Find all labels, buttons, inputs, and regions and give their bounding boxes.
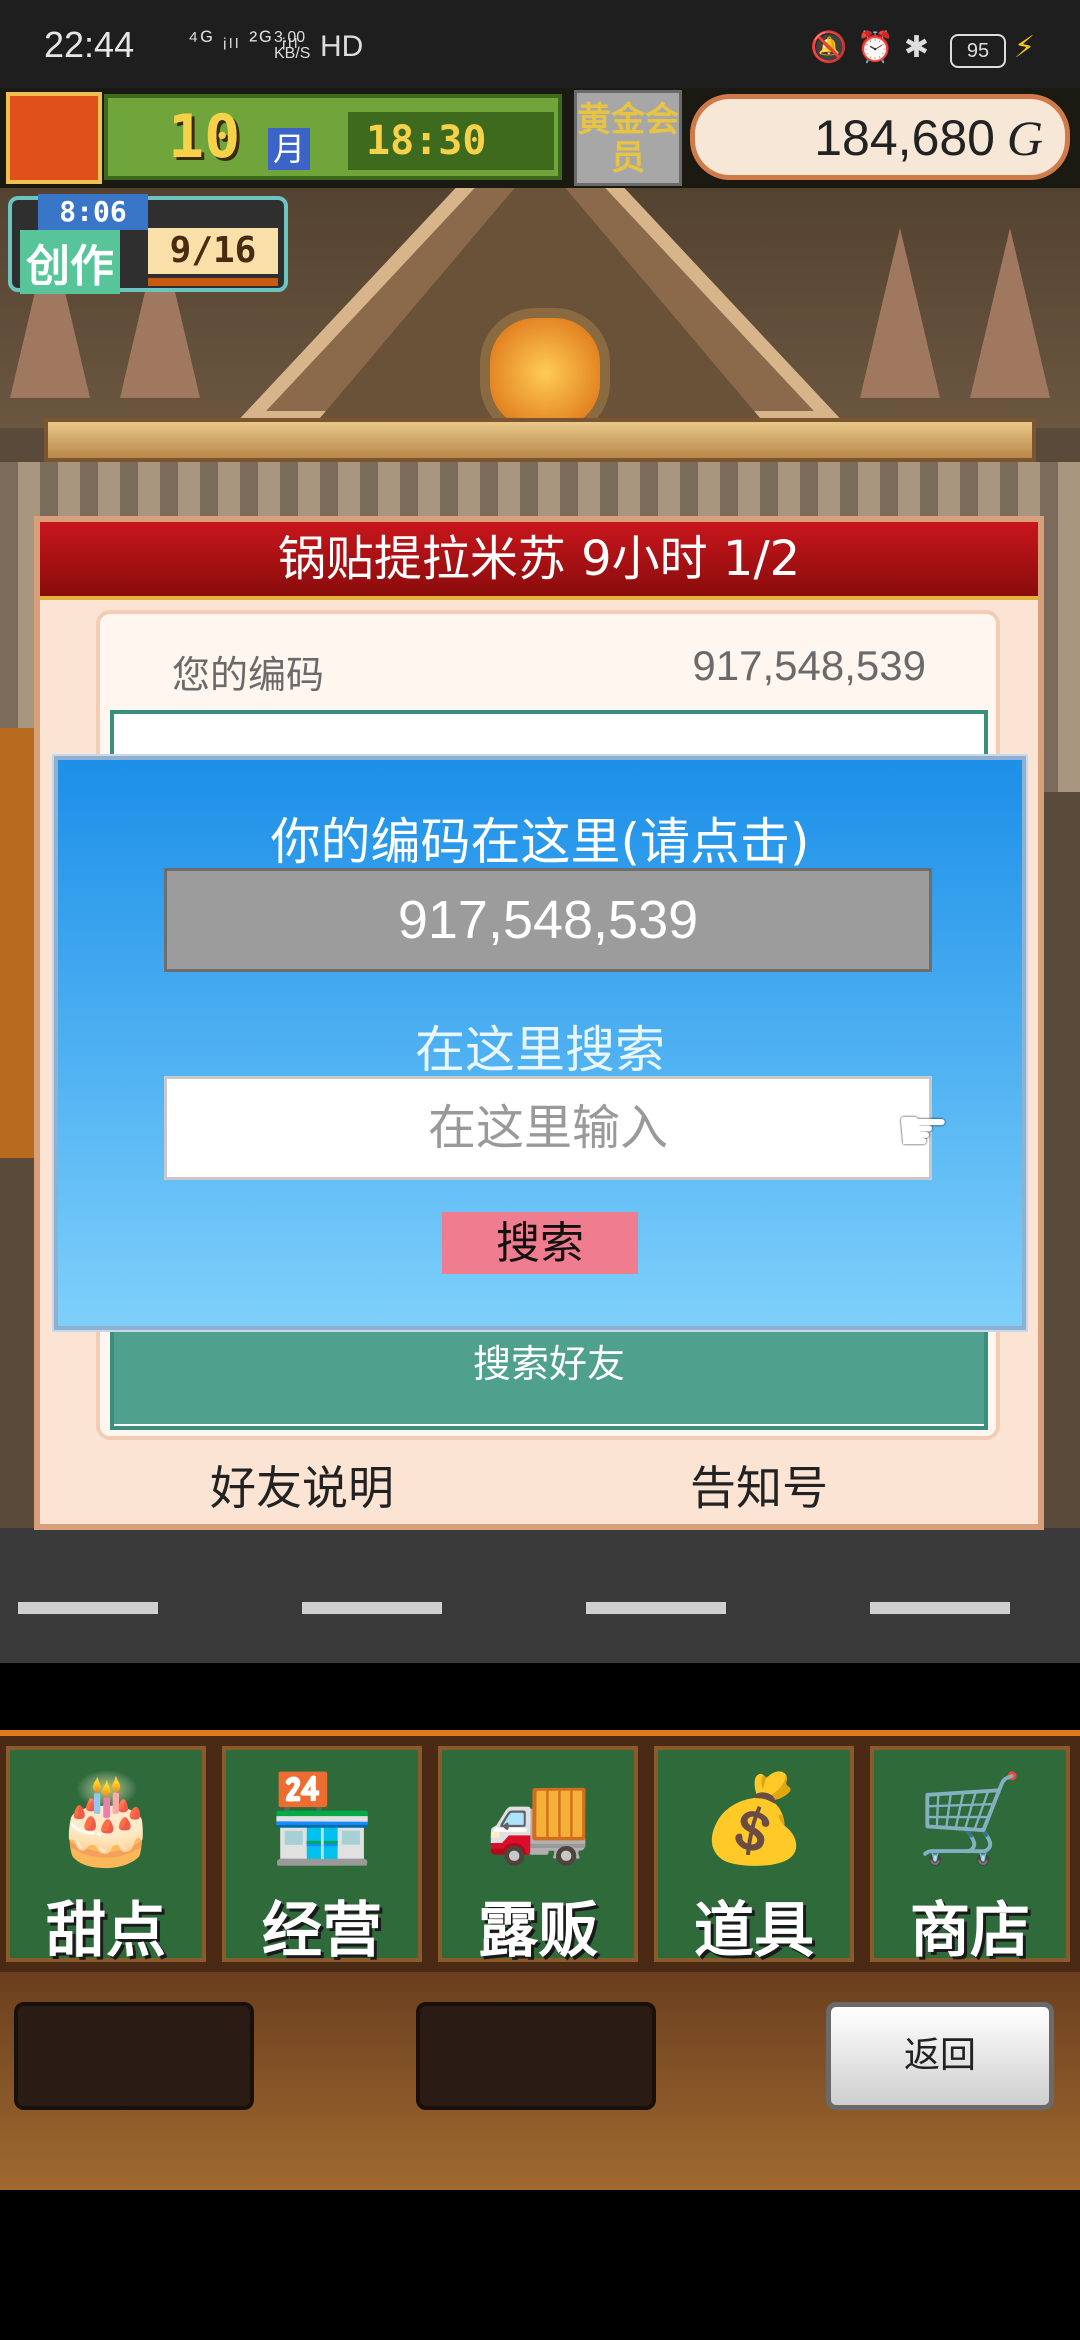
menu-label: 商店	[910, 1896, 1030, 1966]
bottom-bar: 返回	[0, 1972, 1080, 2190]
date-display: 10 月 18:30	[104, 94, 562, 180]
network-speed: 3.00 KB/S	[274, 29, 311, 62]
create-badge[interactable]: 8:06 创作 9/16	[8, 194, 288, 294]
season-leaf-icon[interactable]	[6, 92, 102, 184]
bottom-menu: 🎂 甜点 🏪 经营 🚚 露贩 💰 道具 🛒 商店	[0, 1730, 1080, 1972]
menu-label: 道具	[694, 1896, 814, 1966]
mute-icon: 🔕	[810, 30, 848, 65]
nav-area	[0, 2190, 1080, 2340]
status-time: 22:44	[44, 24, 135, 65]
my-code-box[interactable]: 917,548,539	[164, 868, 932, 972]
alarm-icon: ⏰	[856, 30, 895, 65]
back-button[interactable]: 返回	[826, 2002, 1054, 2110]
lane-marking	[870, 1602, 1010, 1614]
month-number: 10	[168, 102, 241, 172]
money-amount: 184,680	[814, 110, 995, 166]
pointing-hand-icon: ☚	[896, 1096, 950, 1166]
charging-icon: ⚡	[1014, 30, 1036, 65]
search-dialog: 你的编码在这里(请点击) 917,548,539 在这里搜索 ☚ 搜索	[52, 754, 1028, 1332]
cart-icon: 🛒	[916, 1769, 1024, 1869]
dialog-title: 你的编码在这里(请点击)	[270, 813, 810, 871]
menu-item-shop[interactable]: 🛒 商店	[870, 1746, 1070, 1966]
battery-level: 95	[950, 34, 1006, 68]
menu-label: 露贩	[478, 1896, 598, 1966]
money-display: 184,680 G	[690, 94, 1070, 180]
menu-item-stall[interactable]: 🚚 露贩	[438, 1746, 638, 1966]
friend-explain-button[interactable]: 好友说明	[210, 1452, 394, 1518]
create-label: 创作	[20, 230, 120, 294]
empty-slot	[416, 2002, 656, 2110]
menu-item-items[interactable]: 💰 道具	[654, 1746, 854, 1966]
create-progress-bar	[148, 278, 278, 286]
status-bar: 22:44 ⁴ᴳ ᵢₗₗ ²ᴳ ᵢₗₗ 3.00 KB/S HD 🔕 ⏰ ✱ 9…	[0, 0, 1080, 88]
hd-indicator: HD	[320, 30, 364, 63]
items-icon: 💰	[700, 1769, 808, 1869]
lane-marking	[302, 1602, 442, 1614]
your-code-label: 您的编码	[172, 653, 325, 697]
panel-title: 锅贴提拉米苏 9小时 1/2	[40, 522, 1038, 600]
menu-item-manage[interactable]: 🏪 经营	[222, 1746, 422, 1966]
menu-label: 经营	[262, 1896, 382, 1966]
currency-symbol: G	[1006, 110, 1043, 166]
lane-marking	[18, 1602, 158, 1614]
truck-icon: 🚚	[484, 1769, 592, 1869]
menu-label: 甜点	[46, 1896, 166, 1966]
lane-marking	[586, 1602, 726, 1614]
search-button[interactable]: 搜索	[442, 1212, 638, 1274]
top-hud: 10 月 18:30 黄金会员 184,680 G	[0, 88, 1080, 188]
empty-slot	[14, 2002, 254, 2110]
roof-spire	[970, 228, 1050, 398]
create-count: 9/16	[148, 228, 278, 274]
roof-spire	[860, 228, 940, 398]
bluetooth-icon: ✱	[903, 30, 929, 65]
gold-member-badge[interactable]: 黄金会员	[574, 90, 682, 186]
game-clock: 18:30	[348, 112, 554, 170]
menu-item-dessert[interactable]: 🎂 甜点	[6, 1746, 206, 1966]
status-icons: 🔕 ⏰ ✱	[810, 30, 929, 65]
street	[0, 1528, 1080, 1663]
your-code-value: 917,548,539	[692, 642, 926, 689]
notify-button[interactable]: 告知号	[690, 1452, 828, 1518]
shop-icon: 🏪	[268, 1769, 376, 1869]
cake-icon: 🎂	[52, 1769, 160, 1869]
search-label: 在这里搜索	[415, 1021, 665, 1079]
create-countdown: 8:06	[38, 194, 148, 230]
roof-beam	[44, 418, 1036, 462]
month-unit: 月	[268, 128, 310, 170]
search-input[interactable]	[164, 1076, 932, 1180]
